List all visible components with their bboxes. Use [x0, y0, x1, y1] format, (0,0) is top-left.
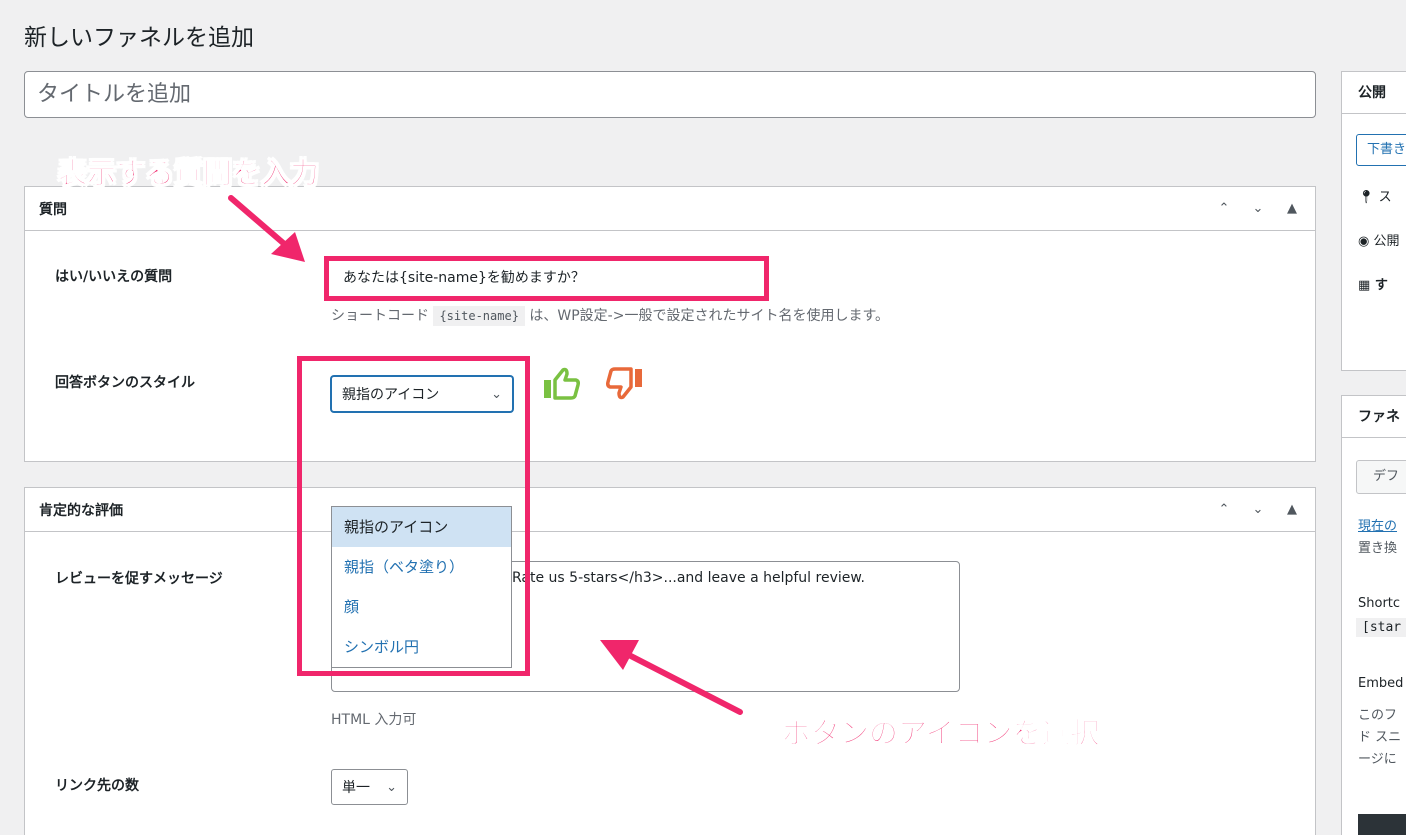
icon-annotation: ボタンのアイコンを選択 [782, 716, 1101, 751]
status-row: 📍︎ ス [1358, 186, 1392, 205]
save-draft-button[interactable]: 下書き [1356, 134, 1406, 166]
move-down-icon[interactable]: ⌄ [1249, 201, 1267, 216]
visibility-text: 公開 [1373, 234, 1400, 249]
help-prefix: ショートコード [331, 308, 429, 324]
funnel-box: ファネ デフ 現在の 置き換 Shortc [star Embed このフ ド … [1341, 395, 1406, 835]
shortcode-help: ショートコード {site-name} は、WP設定->一般で設定されたサイト名… [331, 305, 890, 326]
help-suffix: は、WP設定->一般で設定されたサイト名を使用します。 [529, 308, 890, 324]
question-highlight [324, 256, 769, 301]
shortcode-label: Shortc [1358, 596, 1401, 611]
visibility-row: ◉ 公開 [1358, 230, 1400, 249]
publish-title: 公開 [1342, 72, 1406, 114]
calendar-icon: ▦ [1358, 278, 1371, 293]
schedule-row: ▦ す [1358, 274, 1388, 293]
move-down-icon[interactable]: ⌄ [1249, 502, 1267, 517]
status-text: ス [1378, 190, 1392, 205]
handle-actions: ⌃ ⌄ ▲ [1215, 201, 1301, 216]
html-note: HTML 入力可 [331, 712, 417, 728]
move-up-icon[interactable]: ⌃ [1215, 201, 1233, 216]
help-code: {site-name} [433, 306, 525, 326]
question-annotation: 表示する質問を入力 [57, 156, 320, 191]
thumb-up-icon [544, 367, 580, 400]
dark-button[interactable] [1358, 814, 1406, 835]
page-title: 新しいファネルを追加 [24, 25, 254, 51]
arrow-annotation [600, 640, 743, 715]
postbox-header: 質問 ⌃ ⌄ ▲ [25, 187, 1315, 231]
eye-icon: ◉ [1358, 234, 1370, 249]
arrow-annotation [228, 195, 305, 262]
schedule-text: す [1374, 278, 1388, 293]
current-link[interactable]: 現在の [1358, 515, 1397, 534]
yes-no-label: はい/いいえの質問 [55, 269, 173, 285]
link-count-select[interactable]: 単一 ⌄ [331, 769, 408, 805]
title-input[interactable] [24, 71, 1316, 118]
button-style-label: 回答ボタンのスタイル [55, 375, 195, 391]
thumb-down-icon [606, 367, 642, 400]
postbox-title: 質問 [39, 201, 67, 218]
collapse-icon[interactable]: ▲ [1283, 201, 1301, 216]
publish-box: 公開 下書き 📍︎ ス ◉ 公開 ▦ す [1341, 71, 1406, 371]
move-up-icon[interactable]: ⌃ [1215, 502, 1233, 517]
postbox-header: 肯定的な評価 ⌃ ⌄ ▲ [25, 488, 1315, 532]
collapse-icon[interactable]: ▲ [1283, 502, 1301, 517]
replace-text: 置き換 [1358, 541, 1398, 556]
chevron-down-icon: ⌄ [386, 779, 397, 795]
link-count-label: リンク先の数 [55, 778, 139, 794]
pin-icon: 📍︎ [1358, 190, 1375, 205]
postbox-title: 肯定的な評価 [39, 502, 123, 519]
textarea-value: Rate us 5-stars</h3>...and leave a helpf… [512, 570, 865, 586]
icon-highlight [297, 356, 530, 676]
handle-actions: ⌃ ⌄ ▲ [1215, 502, 1301, 517]
funnel-title: ファネ [1342, 396, 1406, 438]
select-value: 単一 [342, 780, 370, 796]
embed-line-3: ージに [1358, 752, 1397, 767]
review-message-label: レビューを促すメッセージ [55, 571, 223, 587]
default-button[interactable]: デフ [1356, 460, 1406, 494]
embed-label: Embed [1358, 676, 1404, 691]
embed-line-2: ド スニ [1358, 730, 1402, 745]
shortcode-value[interactable]: [star [1356, 618, 1406, 637]
embed-line-1: このフ [1358, 708, 1398, 723]
